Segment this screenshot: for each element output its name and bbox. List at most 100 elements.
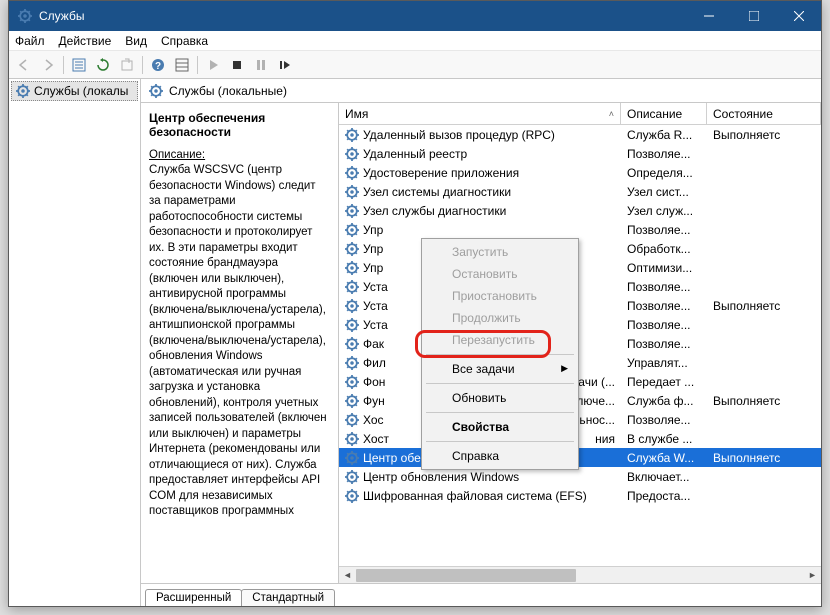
back-button[interactable] [13, 54, 35, 76]
service-name: Узел службы диагностики [363, 204, 506, 218]
table-row[interactable]: Удаленный вызов процедур (RPC)Служба R..… [339, 125, 821, 144]
forward-button[interactable] [37, 54, 59, 76]
properties-button[interactable] [68, 54, 90, 76]
service-name: Шифрованная файловая система (EFS) [363, 489, 587, 503]
table-row[interactable]: Упр Оптимизи... [339, 258, 821, 277]
svg-text:?: ? [155, 61, 161, 72]
service-desc: Позволяе... [621, 280, 707, 294]
service-name: Хос [363, 413, 384, 427]
service-name: Упр [363, 261, 383, 275]
service-name: Фун [363, 394, 385, 408]
minimize-button[interactable] [686, 1, 731, 31]
submenu-arrow-icon: ▶ [561, 363, 568, 374]
menu-separator [426, 354, 574, 355]
gear-icon [345, 318, 359, 332]
gear-icon [345, 470, 359, 484]
list-button[interactable] [171, 54, 193, 76]
column-description[interactable]: Описание [621, 103, 707, 124]
service-desc: Оптимизи... [621, 261, 707, 275]
tab-standard[interactable]: Стандартный [241, 589, 335, 606]
table-row[interactable]: ФилУправлят... [339, 353, 821, 372]
table-row[interactable]: Узел системы диагностикиУзел сист... [339, 182, 821, 201]
restart-button[interactable] [274, 54, 296, 76]
menu-item[interactable]: Свойства [424, 416, 576, 438]
play-button[interactable] [202, 54, 224, 76]
toolbar: ? [9, 51, 821, 79]
gear-icon [345, 128, 359, 142]
scroll-left-button[interactable]: ◄ [339, 567, 356, 584]
service-name: Удаленный реестр [363, 147, 467, 161]
service-name: Хост [363, 432, 389, 446]
table-row[interactable]: ХостнияВ службе ... [339, 429, 821, 448]
table-row[interactable]: Удостоверение приложенияОпределя... [339, 163, 821, 182]
menu-item[interactable]: Все задачи▶ [424, 358, 576, 380]
table-row[interactable]: Фунодключе...Служба ф...Выполняетс [339, 391, 821, 410]
menu-item[interactable]: Справка [424, 445, 576, 467]
service-desc: Позволяе... [621, 299, 707, 313]
table-row[interactable]: Удаленный реестрПозволяе... [339, 144, 821, 163]
menu-help[interactable]: Справка [161, 34, 208, 48]
column-state[interactable]: Состояние [707, 103, 821, 124]
table-row[interactable]: Центр обеспечения безопасностиСлужба W..… [339, 448, 821, 467]
gear-icon [345, 280, 359, 294]
service-desc: В службе ... [621, 432, 707, 446]
service-name: Удаленный вызов процедур (RPC) [363, 128, 555, 142]
gear-icon [345, 261, 359, 275]
menu-view[interactable]: Вид [125, 34, 147, 48]
table-row[interactable]: Шифрованная файловая система (EFS) Предос… [339, 486, 821, 505]
service-desc: Управлят... [621, 356, 707, 370]
service-desc: Узел служ... [621, 204, 707, 218]
close-button[interactable] [776, 1, 821, 31]
maximize-button[interactable] [731, 1, 776, 31]
gear-icon [345, 432, 359, 446]
help-button[interactable]: ? [147, 54, 169, 76]
service-name: Упр [363, 242, 383, 256]
gear-icon [345, 223, 359, 237]
horizontal-scrollbar[interactable]: ◄ ► [339, 566, 821, 583]
pause-button[interactable] [250, 54, 272, 76]
services-list: Имя˄ Описание Состояние Удаленный вызов … [339, 103, 821, 583]
gear-icon [16, 84, 30, 98]
window-title: Службы [39, 9, 84, 23]
gear-icon [345, 394, 359, 408]
tree-item-services[interactable]: Службы (локалы [11, 81, 138, 101]
service-state: Выполняетс [707, 128, 821, 142]
service-name: Узел системы диагностики [363, 185, 511, 199]
menu-item: Продолжить [424, 307, 576, 329]
menu-item[interactable]: Обновить [424, 387, 576, 409]
table-row[interactable]: ФакПозволяе... [339, 334, 821, 353]
service-state: Выполняетс [707, 299, 821, 313]
service-name: Центр обновления Windows [363, 470, 519, 484]
column-name[interactable]: Имя˄ [339, 103, 621, 124]
menu-action[interactable]: Действие [59, 34, 112, 48]
table-row[interactable]: Упр Обработк... [339, 239, 821, 258]
table-row[interactable]: УпрПозволяе... [339, 220, 821, 239]
table-row[interactable]: Хосительнос...Позволяе... [339, 410, 821, 429]
export-button[interactable] [116, 54, 138, 76]
window-controls [686, 1, 821, 31]
service-desc: Обработк... [621, 242, 707, 256]
menu-separator [426, 412, 574, 413]
table-row[interactable]: Центр обновления WindowsВключает... [339, 467, 821, 486]
content-header: Службы (локальные) [141, 79, 821, 103]
tab-extended[interactable]: Расширенный [145, 589, 242, 606]
stop-button[interactable] [226, 54, 248, 76]
menu-file[interactable]: Файл [15, 34, 45, 48]
refresh-button[interactable] [92, 54, 114, 76]
service-desc: Предоста... [621, 489, 707, 503]
service-state: Выполняетс [707, 394, 821, 408]
table-row[interactable]: Узел службы диагностики Узел служ... [339, 201, 821, 220]
app-icon [17, 8, 33, 24]
gear-icon [345, 299, 359, 313]
menu-item: Перезапустить [424, 329, 576, 351]
menu-item: Запустить [424, 241, 576, 263]
scroll-right-button[interactable]: ► [804, 567, 821, 584]
table-row[interactable]: УстаПозволяе...Выполняетс [339, 296, 821, 315]
description-label: Описание: [149, 149, 330, 161]
table-row[interactable]: Фонередачи (...Передает ... [339, 372, 821, 391]
scroll-track[interactable] [356, 567, 804, 584]
gear-icon [345, 413, 359, 427]
table-row[interactable]: УстаПозволяе... [339, 277, 821, 296]
scroll-thumb[interactable] [356, 569, 576, 582]
table-row[interactable]: УстаПозволяе... [339, 315, 821, 334]
